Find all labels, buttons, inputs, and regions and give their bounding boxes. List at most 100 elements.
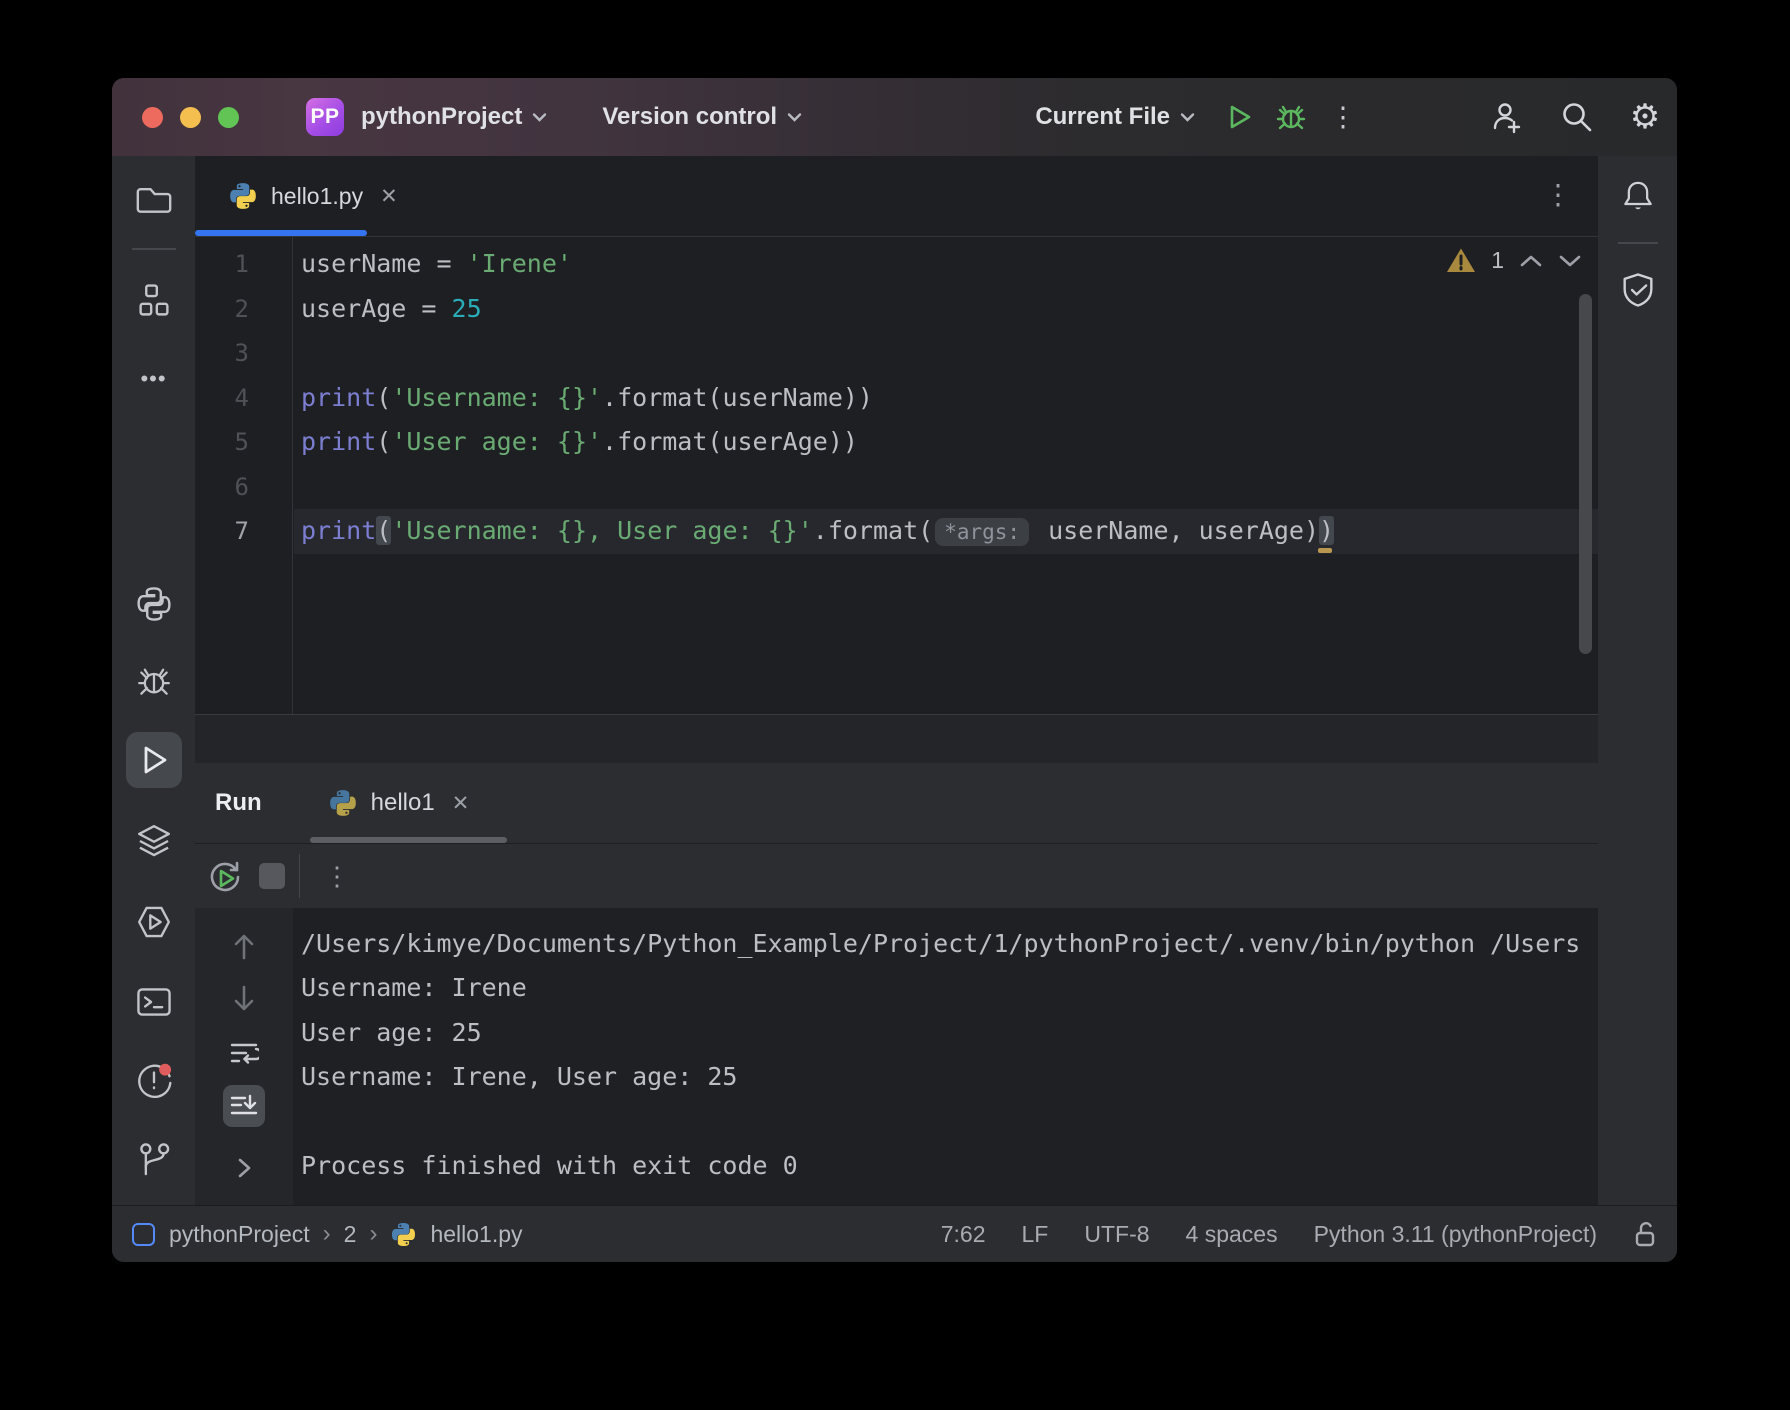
terminal-icon <box>136 988 171 1016</box>
gear-icon: ⚙ <box>1629 98 1661 136</box>
breadcrumb-folder[interactable]: 2 <box>344 1221 357 1248</box>
code-editor[interactable]: 1234567 userName = 'Irene' userAge = 25 pr… <box>195 237 1598 714</box>
editor-scrollbar[interactable] <box>1579 294 1592 654</box>
close-window-button[interactable] <box>142 106 163 128</box>
line-ending[interactable]: LF <box>1022 1221 1049 1248</box>
breadcrumb-file[interactable]: hello1.py <box>430 1221 522 1248</box>
ide-window: PP pythonProject Version control Current… <box>112 78 1677 1262</box>
run-button[interactable] <box>1217 95 1261 139</box>
run-configuration-selector[interactable]: Current File <box>1035 103 1195 131</box>
more-actions-button[interactable]: ⋮ <box>1321 95 1365 139</box>
project-name: pythonProject <box>361 103 523 130</box>
play-icon <box>219 869 235 888</box>
close-icon[interactable]: ✕ <box>380 184 398 209</box>
bell-icon <box>1623 181 1652 210</box>
project-logo: PP <box>306 98 344 136</box>
left-activity-bar: ••• <box>112 156 195 1205</box>
breadcrumb-project[interactable]: pythonProject <box>169 1221 310 1248</box>
editor-tab-hello1[interactable]: hello1.py ✕ <box>195 156 398 236</box>
services-tool-button[interactable] <box>112 823 195 859</box>
python-icon <box>230 183 256 209</box>
code-with-me-button[interactable] <box>1485 95 1529 139</box>
structure-icon <box>138 284 169 316</box>
notifications-button[interactable] <box>1619 178 1657 216</box>
unlocked-icon[interactable] <box>1633 1220 1657 1248</box>
editor-panel-splitter[interactable] <box>195 714 1598 764</box>
settings-button[interactable]: ⚙ <box>1623 95 1667 139</box>
soft-wrap-icon <box>230 1043 259 1064</box>
add-user-icon <box>1493 103 1521 134</box>
python-interpreter[interactable]: Python 3.11 (pythonProject) <box>1314 1221 1597 1248</box>
indent-setting[interactable]: 4 spaces <box>1186 1221 1278 1248</box>
down-stacktrace-button[interactable] <box>223 977 265 1019</box>
code-lines[interactable]: userName = 'Irene' userAge = 25 print('Use… <box>294 237 1598 714</box>
python-packages-tool-button[interactable] <box>112 586 195 622</box>
security-trust-button[interactable] <box>1618 270 1658 310</box>
search-everywhere-button[interactable] <box>1555 95 1599 139</box>
debug-button[interactable] <box>1269 95 1313 139</box>
divider <box>299 854 300 898</box>
run-tool-button-selected[interactable] <box>126 732 182 788</box>
chevron-down-icon <box>1180 113 1195 122</box>
breadcrumb[interactable]: pythonProject › 2 › hello1.py <box>169 1220 523 1248</box>
terminal-tool-button[interactable] <box>112 984 195 1020</box>
project-menu[interactable]: pythonProject <box>361 103 547 131</box>
problems-tool-button[interactable] <box>112 1062 195 1099</box>
run-toolbar: ⋮ <box>195 843 1598 908</box>
play-icon <box>1230 105 1251 129</box>
minimize-window-button[interactable] <box>180 106 201 128</box>
next-warning-button[interactable] <box>1558 254 1582 268</box>
caret-position[interactable]: 7:62 <box>941 1221 986 1248</box>
warning-count[interactable]: 1 <box>1491 247 1504 274</box>
chevron-right-icon <box>238 1158 251 1178</box>
scroll-to-end-button[interactable] <box>223 1085 265 1127</box>
inspection-widget: 1 <box>1446 247 1582 274</box>
tab-options-button[interactable]: ⋮ <box>1544 178 1572 211</box>
expand-console-button[interactable] <box>223 1147 265 1189</box>
folder-icon <box>136 187 171 213</box>
right-activity-bar <box>1598 156 1677 1205</box>
bug-icon <box>137 668 170 695</box>
rerun-button[interactable] <box>207 858 243 894</box>
rerun-arrow-icon <box>210 861 240 892</box>
run-panel-header: Run hello1 ✕ <box>195 763 1598 843</box>
project-tool-button[interactable] <box>112 181 195 217</box>
more-tool-windows-button[interactable]: ••• <box>112 361 195 397</box>
close-icon[interactable]: ✕ <box>452 791 470 816</box>
up-stacktrace-button[interactable] <box>223 926 265 968</box>
layers-icon <box>137 825 170 857</box>
maximize-window-button[interactable] <box>218 106 239 128</box>
python-icon <box>392 1222 416 1246</box>
active-tab-indicator <box>195 230 367 236</box>
arrow-down-icon <box>234 985 254 1011</box>
divider <box>1617 242 1658 244</box>
structure-tool-button[interactable] <box>112 283 195 319</box>
scroll-to-end-icon <box>230 1094 258 1115</box>
chevron-right-icon: › <box>369 1220 378 1247</box>
python-icon <box>329 790 356 816</box>
python-console-tool-button[interactable] <box>112 904 195 940</box>
soft-wrap-button[interactable] <box>223 1032 265 1074</box>
git-tool-button[interactable] <box>112 1142 195 1178</box>
stop-button[interactable] <box>259 863 285 889</box>
run-console[interactable]: /Users/kimye/Documents/Python_Example/Pr… <box>195 908 1598 1205</box>
divider <box>132 248 176 250</box>
title-bar: PP pythonProject Version control Current… <box>112 78 1677 156</box>
debug-tool-button[interactable] <box>112 663 195 699</box>
file-encoding[interactable]: UTF-8 <box>1084 1221 1149 1248</box>
previous-warning-button[interactable] <box>1519 254 1543 268</box>
more-horizontal-icon: ••• <box>140 366 167 391</box>
status-bar: pythonProject › 2 › hello1.py 7:62 LF UT… <box>112 1205 1677 1262</box>
version-control-menu[interactable]: Version control <box>602 103 802 131</box>
console-text[interactable]: /Users/kimye/Documents/Python_Example/Pr… <box>294 908 1598 1205</box>
main-area: ••• hello1.py ✕ ⋮ 1 2 3 4 5 6 7 userName… <box>112 156 1677 1205</box>
arrow-up-icon <box>234 934 254 960</box>
toolbar-more-button[interactable]: ⋮ <box>324 861 350 892</box>
git-branch-icon <box>139 1143 169 1176</box>
status-indicator-icon[interactable] <box>132 1222 155 1246</box>
run-tab-label: hello1 <box>370 789 435 816</box>
run-tab-hello1[interactable]: hello1 ✕ <box>309 763 507 843</box>
editor-gutter[interactable]: 1234567 <box>195 237 293 714</box>
search-icon <box>1563 103 1592 132</box>
center-column: hello1.py ✕ ⋮ 1234567 userName = 'Irene'… <box>195 156 1598 1205</box>
